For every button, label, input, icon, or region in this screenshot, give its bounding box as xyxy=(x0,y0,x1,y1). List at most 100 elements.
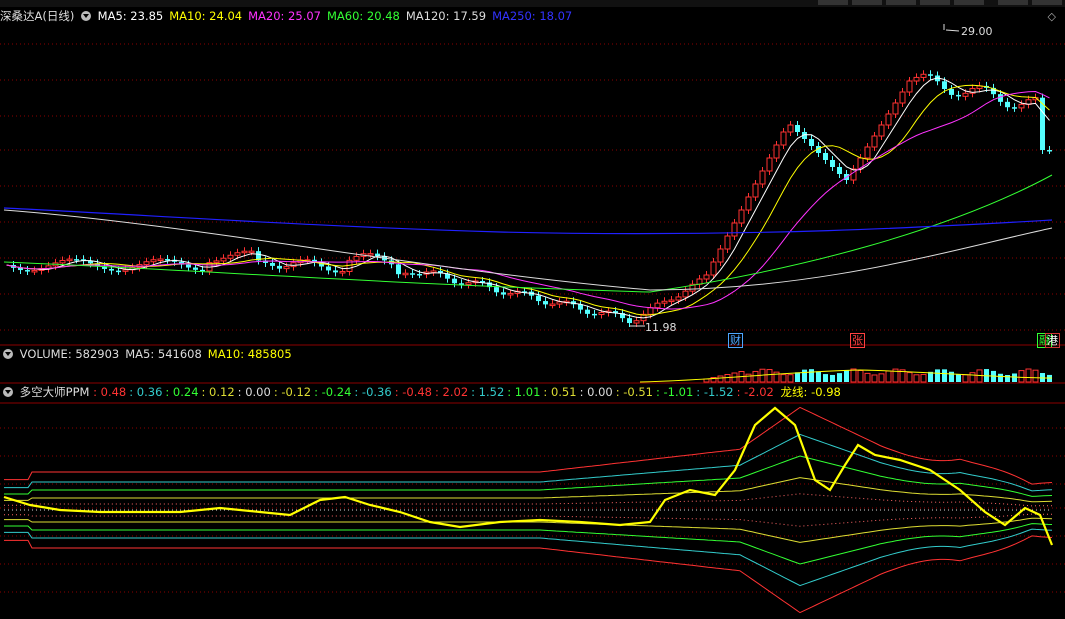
candle-body xyxy=(122,269,129,272)
candle-body xyxy=(766,157,773,172)
volume-bar xyxy=(837,373,842,382)
volume-bar xyxy=(962,374,969,383)
volume-bar xyxy=(864,372,871,383)
ppm-legend-item-9: : 2.02 xyxy=(435,385,469,399)
candle-body xyxy=(878,124,885,137)
event-tag-0[interactable]: 财 xyxy=(728,333,743,348)
candle-body xyxy=(823,153,828,160)
ppm-legend-item-13: : 0.00 xyxy=(579,385,613,399)
candle-body xyxy=(59,259,66,264)
candle-body xyxy=(66,258,73,262)
candle-body xyxy=(682,290,689,298)
candle-body xyxy=(193,267,198,270)
expand-diamond-icon[interactable]: ◇ xyxy=(1048,10,1056,23)
candle-body xyxy=(143,261,150,266)
candle-body xyxy=(837,167,842,174)
period-label[interactable]: (日线) xyxy=(42,9,74,23)
candle-body xyxy=(661,300,668,304)
volume-bar xyxy=(878,373,885,383)
volume-bar xyxy=(1005,374,1010,382)
candle-body xyxy=(430,270,437,273)
ppm-indicator-name[interactable]: 多空大师PPM xyxy=(20,385,90,399)
candle-body xyxy=(647,307,654,315)
volume-bar xyxy=(920,373,927,383)
volume-bar xyxy=(871,374,878,383)
event-tag-1[interactable]: 张 xyxy=(850,333,865,348)
candle-body xyxy=(536,295,541,302)
price-low-label: 11.98 xyxy=(645,321,677,334)
candle-body xyxy=(494,287,499,293)
candle-body xyxy=(928,74,933,76)
candle-body xyxy=(277,265,282,269)
candle-body xyxy=(1047,150,1052,152)
volume-bar xyxy=(795,372,800,382)
ppm-legend-item-16: : -1.52 xyxy=(696,385,734,399)
candle-body xyxy=(290,262,297,268)
candle-body xyxy=(830,160,835,167)
candle-body xyxy=(452,278,457,284)
candle-body xyxy=(213,260,220,264)
volume-bar xyxy=(949,371,954,382)
candle-body xyxy=(675,296,682,301)
price-high-pointer xyxy=(943,24,960,32)
volume-bar xyxy=(942,369,947,382)
ppm-band-green-lower xyxy=(4,523,1053,565)
stock-name: 深桑达A xyxy=(0,9,43,23)
candle-body xyxy=(417,273,422,276)
candle-body xyxy=(333,270,338,273)
volume-bar xyxy=(913,374,920,383)
candle-body xyxy=(410,273,415,275)
volume-bar xyxy=(724,374,731,383)
candle-body xyxy=(353,255,360,261)
candle-body xyxy=(220,257,227,262)
ppm-legend-item-5: : -0.12 xyxy=(273,385,312,399)
candle-body xyxy=(956,94,961,97)
candle-body xyxy=(241,250,248,254)
volume-bar xyxy=(885,370,892,383)
candle-body xyxy=(234,252,241,256)
ma-legend-item-4: MA120: 17.59 xyxy=(405,9,487,23)
volume-legend-item-2: MA10: 485805 xyxy=(207,347,292,361)
candle-body xyxy=(654,302,661,309)
ma10-line xyxy=(6,84,1050,316)
ppm-legend-item-6: : -0.24 xyxy=(314,385,352,399)
volume-bar xyxy=(998,373,1003,382)
volume-bar xyxy=(1012,373,1017,382)
volume-bar xyxy=(857,370,864,383)
ppm-legend-item-0: : 0.48 xyxy=(93,385,127,399)
volume-settings-icon[interactable] xyxy=(3,349,13,359)
ppm-legend-item-7: : -0.36 xyxy=(354,385,392,399)
candle-body xyxy=(157,258,164,262)
candle-body xyxy=(787,124,794,133)
candle-body xyxy=(507,292,514,296)
ppm-legend-item-4: : 0.00 xyxy=(237,385,271,399)
candle-body xyxy=(74,259,79,261)
candle-body xyxy=(962,92,969,97)
volume-legend-item-0: VOLUME: 582903 xyxy=(19,347,120,361)
volume-bar xyxy=(787,374,794,383)
candle-body xyxy=(186,264,191,268)
ppm-settings-icon[interactable] xyxy=(3,387,13,397)
candle-body xyxy=(396,264,401,275)
ppm-band-cyan-upper xyxy=(4,433,1053,492)
volume-bar xyxy=(1018,370,1025,383)
candle-body xyxy=(920,73,927,78)
candle-body xyxy=(795,125,800,132)
main-settings-icon[interactable] xyxy=(81,11,92,21)
ppm-legend-item-10: : 1.52 xyxy=(471,385,505,399)
ppm-band-red-lower xyxy=(4,535,1053,614)
dragon-line-value: 龙线: -0.98 xyxy=(780,385,841,399)
candle-body xyxy=(703,274,710,280)
candle-body xyxy=(949,89,954,95)
event-tag-3[interactable]: 港 xyxy=(1045,333,1060,348)
candle-body xyxy=(227,254,234,259)
candle-body xyxy=(738,209,745,224)
candle-body xyxy=(809,139,814,146)
volume-bar xyxy=(745,373,752,383)
candle-body xyxy=(367,253,374,256)
volume-legend-item-1: MA5: 541608 xyxy=(125,347,202,361)
candle-body xyxy=(270,262,275,266)
kline-chart[interactable]: 29.00 11.98 xyxy=(0,0,1065,619)
volume-bar xyxy=(969,372,976,383)
volume-bar xyxy=(956,374,961,382)
